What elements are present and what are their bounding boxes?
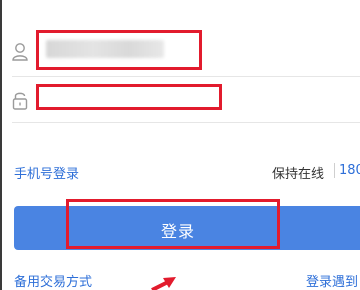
divider bbox=[12, 122, 360, 123]
arrow-icon bbox=[146, 274, 180, 290]
stay-online-label: 保持在线 bbox=[272, 167, 325, 182]
redacted-account-value bbox=[46, 40, 164, 58]
lock-icon bbox=[10, 88, 30, 112]
window-edge bbox=[0, 0, 2, 290]
login-button[interactable]: 登录 bbox=[14, 206, 360, 250]
login-issue-link[interactable]: 登录遇到 bbox=[306, 271, 358, 290]
phone-login-link[interactable]: 手机号登录 bbox=[14, 163, 79, 182]
stay-online-duration[interactable]: 180 bbox=[334, 163, 360, 178]
backup-trade-link[interactable]: 备用交易方式 bbox=[14, 271, 92, 290]
login-screen: 手机号登录 保持在线 180 登录 备用交易方式 登录遇到 bbox=[0, 0, 360, 290]
user-icon bbox=[10, 40, 30, 64]
divider bbox=[12, 76, 360, 77]
password-input[interactable] bbox=[38, 85, 220, 109]
login-button-label: 登录 bbox=[160, 222, 195, 241]
